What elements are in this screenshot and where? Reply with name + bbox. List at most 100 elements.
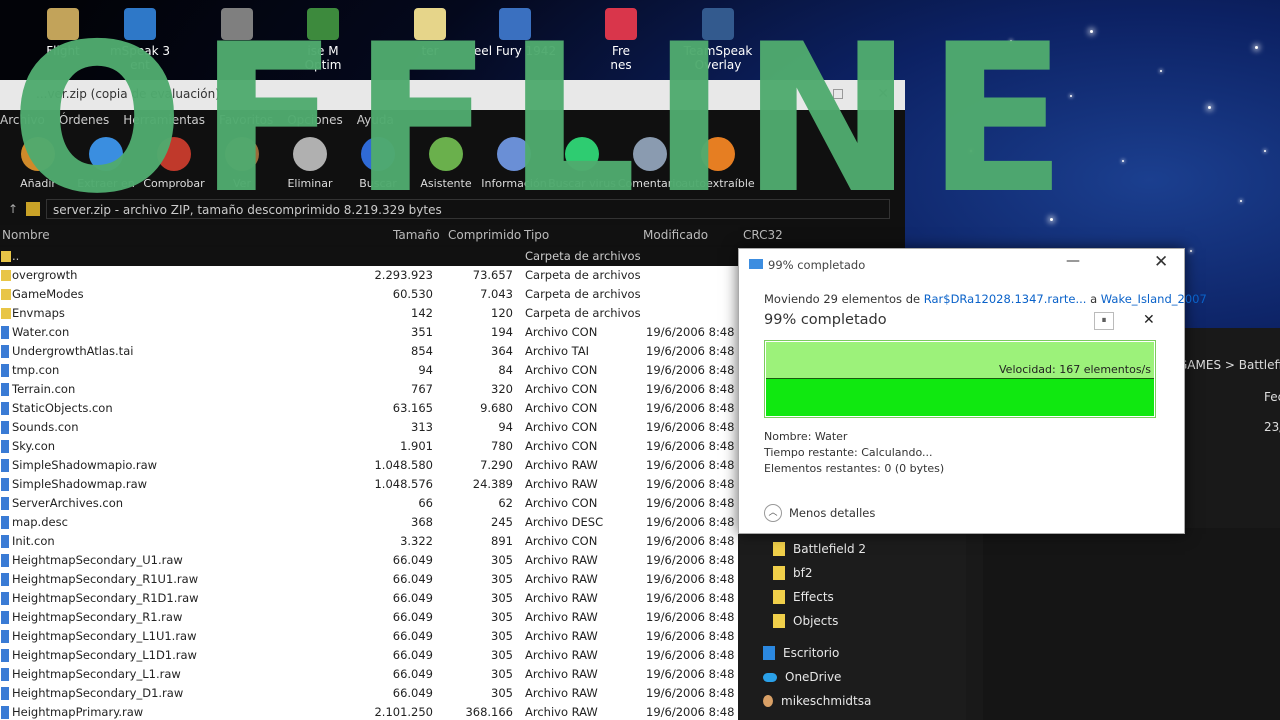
toolbar-button[interactable]: Buscar virus bbox=[548, 132, 616, 194]
maximize-icon[interactable] bbox=[833, 89, 843, 99]
menu-item[interactable]: Órdenes bbox=[59, 113, 109, 132]
tree-item[interactable]: mikeschmidtsa bbox=[763, 694, 871, 708]
table-row[interactable]: ServerArchives.con 66 62 Archivo CON 19/6/20… bbox=[0, 494, 749, 513]
table-row[interactable]: HeightmapSecondary_L1.raw 66.049 305 Archiv… bbox=[0, 665, 749, 684]
toolbar-button[interactable]: Información bbox=[480, 132, 548, 194]
column-date[interactable]: Fec bbox=[1264, 390, 1280, 404]
table-row[interactable]: HeightmapSecondary_R1.raw 66.049 305 Archiv… bbox=[0, 608, 749, 627]
cell-size: 60.530 bbox=[392, 287, 433, 301]
desktop-shortcut[interactable]: ter bbox=[385, 8, 475, 58]
tree-item[interactable]: Escritorio bbox=[763, 646, 839, 660]
menu-item[interactable]: Archivo bbox=[0, 113, 45, 132]
less-details-button[interactable]: ︿ Menos detalles bbox=[764, 504, 875, 522]
menu-item[interactable]: Favoritos bbox=[219, 113, 273, 132]
up-arrow-icon[interactable]: ↑ bbox=[0, 202, 26, 216]
toolbar-button[interactable]: Eliminar bbox=[276, 132, 344, 194]
file-icon bbox=[1, 326, 9, 339]
minimize-icon[interactable]: — bbox=[1066, 253, 1080, 269]
desktop-shortcut[interactable] bbox=[192, 8, 282, 44]
table-row[interactable]: SimpleShadowmapio.raw 1.048.580 7.290 Archi… bbox=[0, 456, 749, 475]
toolbar-button[interactable]: Buscar bbox=[344, 132, 412, 194]
table-row[interactable]: HeightmapSecondary_D1.raw 66.049 305 Archiv… bbox=[0, 684, 749, 703]
source-link[interactable]: Rar$DRa12028.1347.rarte... bbox=[924, 292, 1087, 306]
table-row[interactable]: UndergrowthAtlas.tai 854 364 Archivo TAI 19/… bbox=[0, 342, 749, 361]
column-compressed[interactable]: Comprimido bbox=[448, 228, 521, 242]
menu-item[interactable]: Ayuda bbox=[357, 113, 394, 132]
star bbox=[1160, 70, 1162, 72]
table-row[interactable]: HeightmapSecondary_U1.raw 66.049 305 Archiv… bbox=[0, 551, 749, 570]
table-row[interactable]: map.desc 368 245 Archivo DESC 19/6/2006 8:48… bbox=[0, 513, 749, 532]
pause-button[interactable]: ⏸ bbox=[1094, 312, 1114, 330]
table-row[interactable]: HeightmapSecondary_R1U1.raw 66.049 305 Arch… bbox=[0, 570, 749, 589]
table-row[interactable]: Init.con 3.322 891 Archivo CON 19/6/2006 8:4… bbox=[0, 532, 749, 551]
table-row[interactable]: overgrowth 2.293.923 73.657 Carpeta de arch… bbox=[0, 266, 740, 285]
tree-item[interactable]: Objects bbox=[773, 614, 838, 628]
close-icon[interactable]: ✕ bbox=[1154, 252, 1168, 272]
tree-item[interactable]: Effects bbox=[773, 590, 834, 604]
desktop-shortcut[interactable]: eel Fury 1942 bbox=[470, 8, 560, 58]
destination-link[interactable]: Wake_Island_2007 bbox=[1101, 292, 1207, 306]
table-row[interactable]: HeightmapSecondary_L1U1.raw 66.049 305 Arch… bbox=[0, 627, 749, 646]
table-row[interactable]: .. Carpeta de archivos bbox=[0, 247, 740, 266]
table-row[interactable]: Envmaps 142 120 Carpeta de archivos bbox=[0, 304, 740, 323]
file-icon bbox=[1, 611, 9, 624]
toolbar-button[interactable]: Ver bbox=[208, 132, 276, 194]
menu-item[interactable]: Opciones bbox=[287, 113, 343, 132]
move-description: Moviendo 29 elementos de Rar$DRa12028.13… bbox=[764, 292, 1207, 306]
dialog-title: 99% completado bbox=[768, 258, 866, 272]
table-row[interactable]: GameModes 60.530 7.043 Carpeta de archivos bbox=[0, 285, 740, 304]
tree-item[interactable]: Battlefield 2 bbox=[773, 542, 866, 556]
table-row[interactable]: tmp.con 94 84 Archivo CON 19/6/2006 8:48 ... bbox=[0, 361, 749, 380]
cell-comp: 305 bbox=[491, 686, 513, 700]
move-prefix: Moviendo 29 elementos de bbox=[764, 292, 924, 306]
table-row[interactable]: Water.con 351 194 Archivo CON 19/6/2006 8:48… bbox=[0, 323, 749, 342]
table-row[interactable]: Sounds.con 313 94 Archivo CON 19/6/2006 8:48… bbox=[0, 418, 749, 437]
cell-comp: 120 bbox=[491, 306, 513, 320]
table-row[interactable]: Sky.con 1.901 780 Archivo CON 19/6/2006 8:48… bbox=[0, 437, 749, 456]
tree-item[interactable]: OneDrive bbox=[763, 670, 841, 684]
cell-type: Archivo CON bbox=[525, 420, 598, 434]
archive-title-bar[interactable]: ...ver.zip (copia de evaluación) ✕ bbox=[0, 80, 905, 110]
desktop-shortcut[interactable]: ise M Optim bbox=[278, 8, 368, 72]
close-icon[interactable]: ✕ bbox=[877, 86, 889, 102]
file-icon bbox=[1, 649, 9, 662]
explorer-breadcrumb[interactable]: GAMES > Battlefie bbox=[1178, 358, 1280, 372]
toolbar-label: Ver bbox=[233, 177, 251, 190]
dialog-title-bar[interactable]: 99% completado — ✕ bbox=[739, 249, 1184, 279]
cell-name: HeightmapSecondary_D1.raw bbox=[12, 686, 184, 700]
desktop-shortcut[interactable]: mSpeak 3 ent bbox=[95, 8, 185, 72]
table-row[interactable]: StaticObjects.con 63.165 9.680 Archivo CON 1… bbox=[0, 399, 749, 418]
column-crc32[interactable]: CRC32 bbox=[743, 228, 783, 242]
toolbar-button[interactable]: Comentario bbox=[616, 132, 684, 194]
toolbar-button[interactable]: Asistente bbox=[412, 132, 480, 194]
cell-comp: 364 bbox=[491, 344, 513, 358]
toolbar-button[interactable]: Extraer en bbox=[72, 132, 140, 194]
cancel-button[interactable]: ✕ bbox=[1143, 312, 1155, 328]
items-remaining: Elementos restantes: 0 (0 bytes) bbox=[764, 462, 945, 475]
shortcut-label: mSpeak 3 ent bbox=[109, 44, 171, 72]
cell-name: Envmaps bbox=[12, 306, 65, 320]
cell-mod: 19/6/2006 8:48 ... bbox=[646, 439, 750, 453]
cell-comp: 194 bbox=[491, 325, 513, 339]
column-modified[interactable]: Modificado bbox=[643, 228, 708, 242]
column-name[interactable]: Nombre bbox=[2, 228, 50, 242]
toolbar-button[interactable]: Añadir bbox=[4, 132, 72, 194]
cell-name: Water.con bbox=[12, 325, 70, 339]
toolbar-button[interactable]: Comprobar bbox=[140, 132, 208, 194]
tree-item[interactable]: bf2 bbox=[773, 566, 812, 580]
cell-size: 66.049 bbox=[392, 572, 433, 586]
cell-mod: 19/6/2006 8:48 ... bbox=[646, 382, 750, 396]
desktop-shortcut[interactable]: Fre nes bbox=[576, 8, 666, 72]
menu-item[interactable]: Herramientas bbox=[123, 113, 205, 132]
column-size[interactable]: Tamaño bbox=[393, 228, 440, 242]
archive-path[interactable]: server.zip - archivo ZIP, tamaño descomp… bbox=[46, 199, 890, 219]
table-row[interactable]: HeightmapSecondary_R1D1.raw 66.049 305 Arch… bbox=[0, 589, 749, 608]
desktop-shortcut[interactable]: TeamSpeak Overlay bbox=[673, 8, 763, 72]
table-row[interactable]: SimpleShadowmap.raw 1.048.576 24.389 Archiv… bbox=[0, 475, 749, 494]
table-row[interactable]: HeightmapSecondary_L1D1.raw 66.049 305 Arch… bbox=[0, 646, 749, 665]
table-row[interactable]: Terrain.con 767 320 Archivo CON 19/6/2006 8:… bbox=[0, 380, 749, 399]
toolbar-button[interactable]: autoextraíble bbox=[681, 132, 755, 194]
table-row[interactable]: HeightmapPrimary.raw 2.101.250 368.166 Arch… bbox=[0, 703, 749, 720]
column-type[interactable]: Tipo bbox=[524, 228, 549, 242]
folder-icon bbox=[1, 289, 11, 300]
